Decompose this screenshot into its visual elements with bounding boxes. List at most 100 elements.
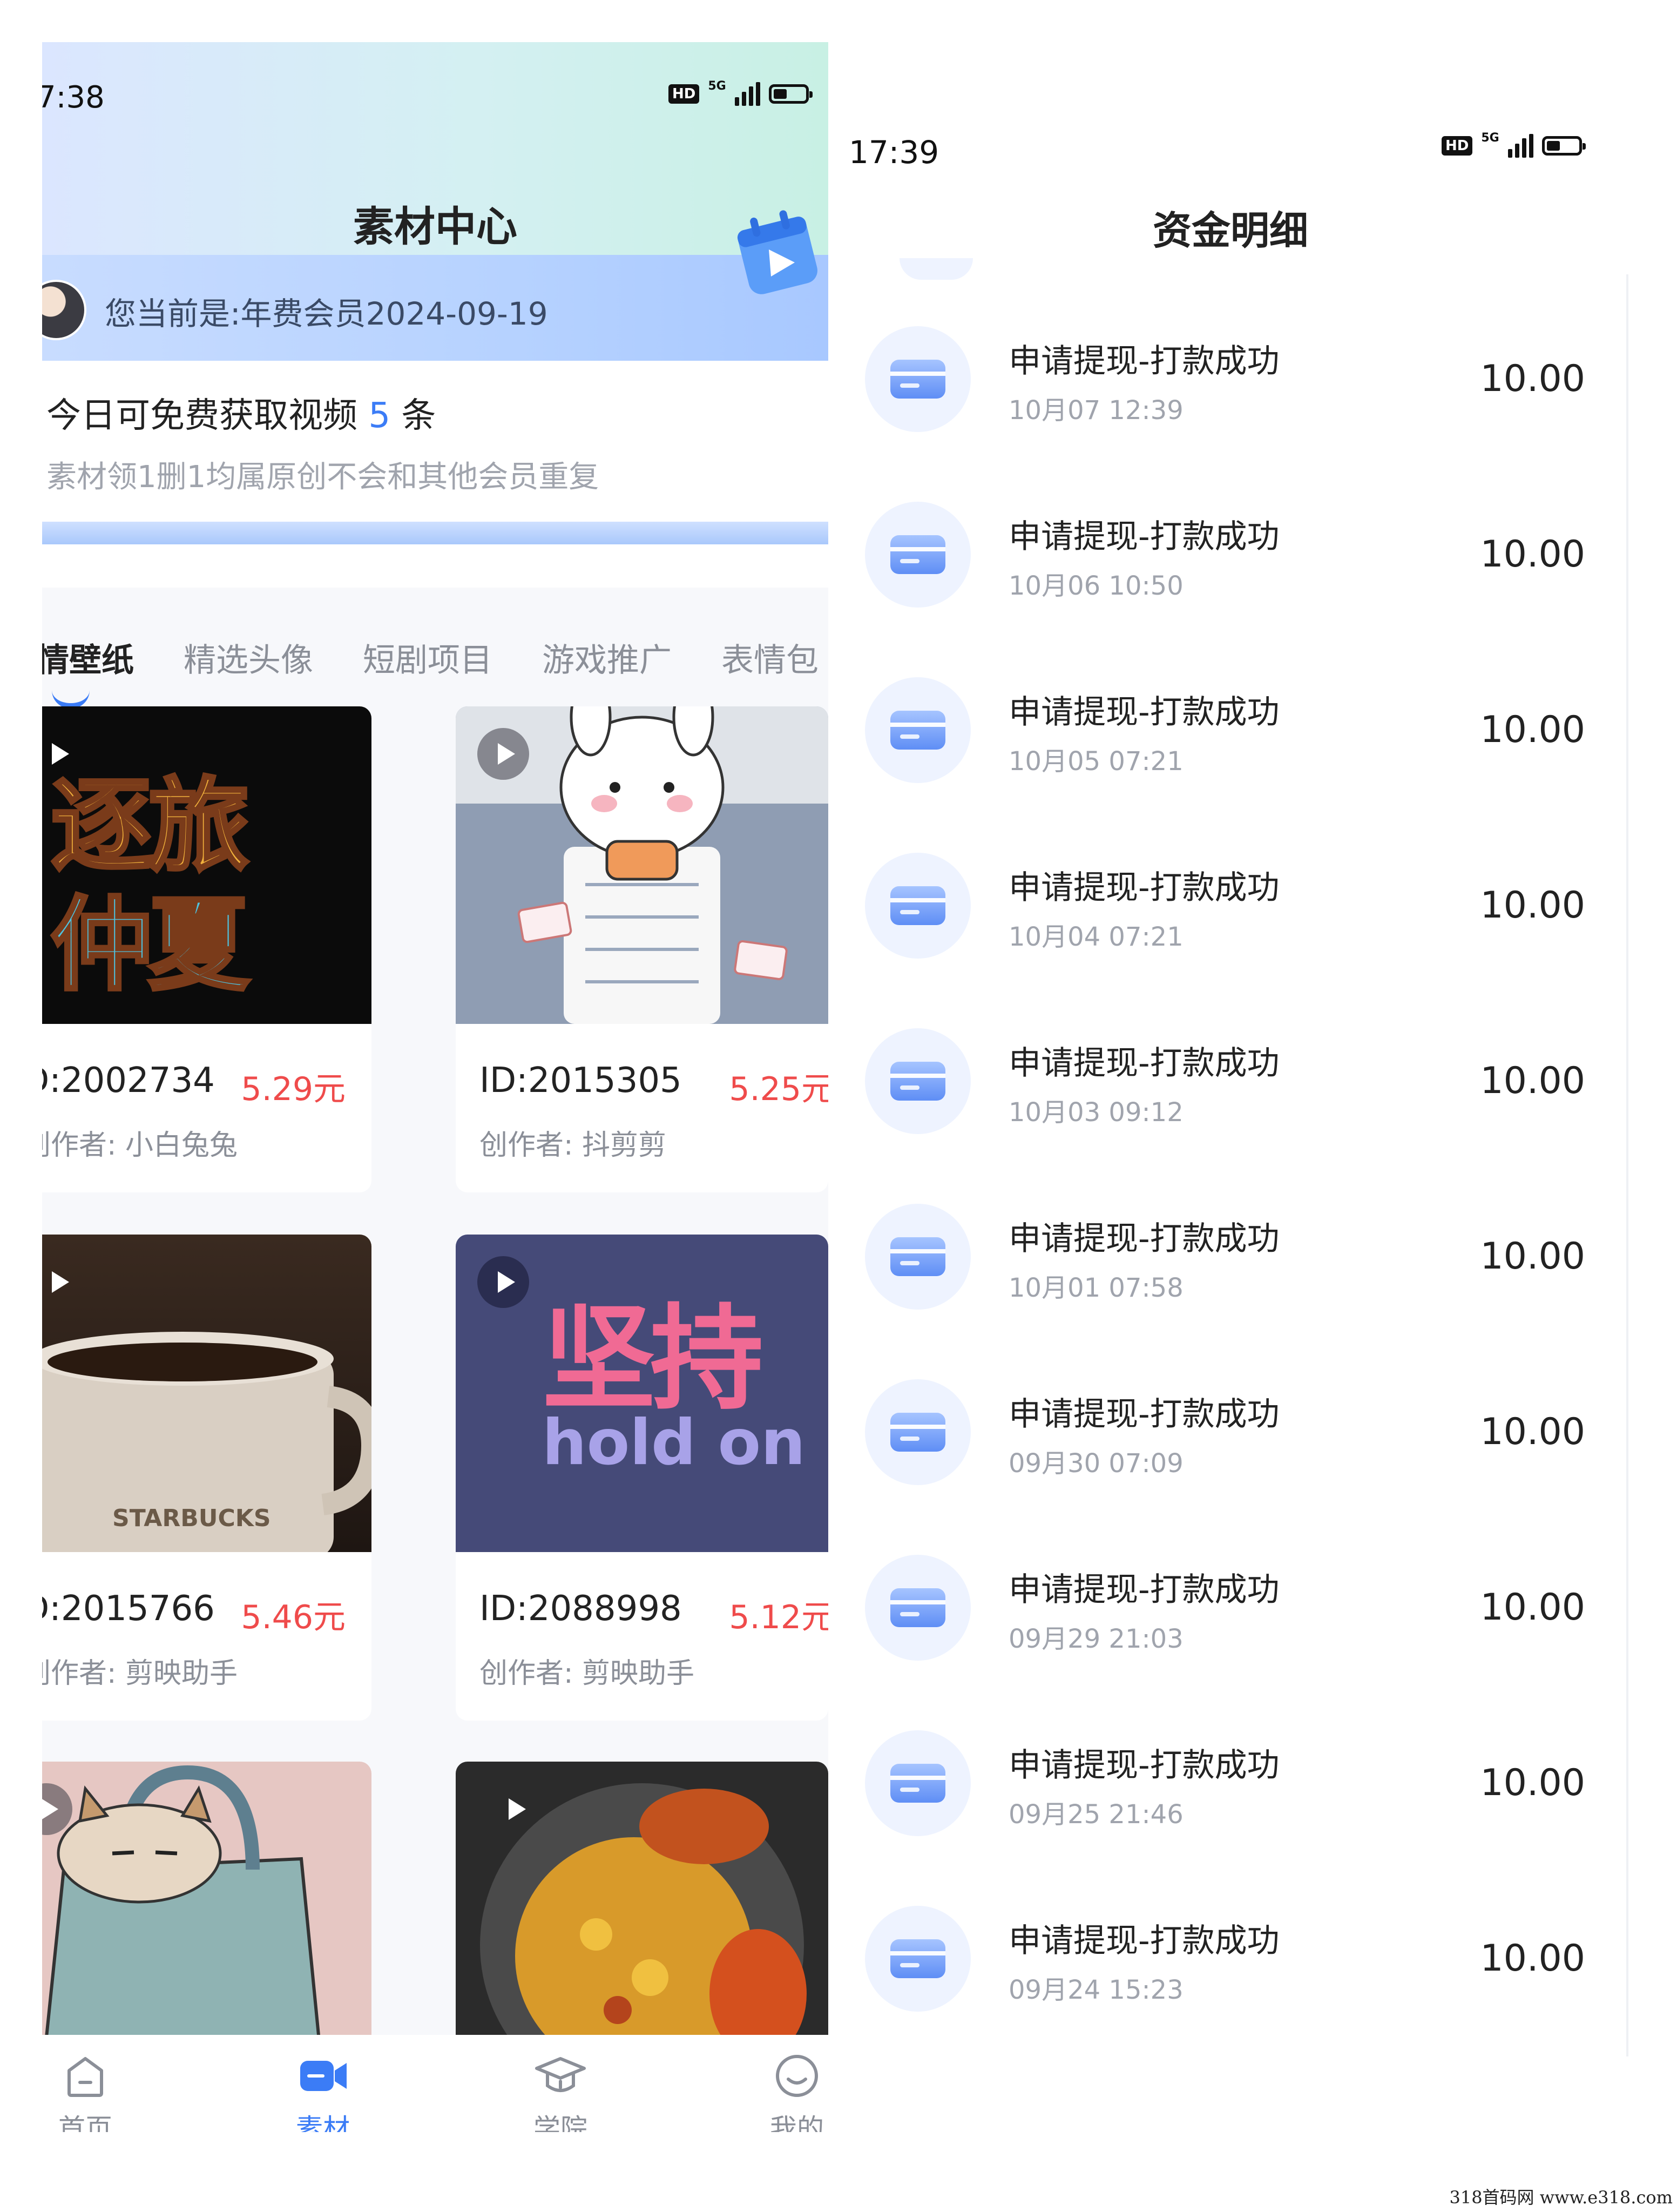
transaction-time: 09月29 21:03 bbox=[1009, 1624, 1184, 1654]
transaction-time: 09月25 21:46 bbox=[1009, 1799, 1184, 1830]
material-author: 创作者: 剪映助手 bbox=[479, 1657, 695, 1690]
tab-short-drama[interactable]: 短剧项目 bbox=[363, 634, 492, 681]
tab-academy-label: 学院 bbox=[533, 2113, 587, 2132]
transaction-row[interactable]: 申请提现-打款成功 09月25 21:46 10.00 bbox=[828, 1680, 1633, 1855]
transaction-title: 申请提现-打款成功 bbox=[1009, 1395, 1280, 1433]
transaction-row[interactable]: 申请提现-打款成功 10月06 10:50 10.00 bbox=[828, 451, 1633, 626]
quota-progress-fill bbox=[42, 522, 828, 544]
transaction-title: 申请提现-打款成功 bbox=[1009, 1044, 1280, 1082]
material-price: 5.46元 bbox=[241, 1599, 346, 1636]
transaction-row[interactable]: 申请提现-打款成功 10月03 09:12 10.00 bbox=[828, 977, 1633, 1153]
material-card[interactable]: ID:2015305 5.25元 创作者: 抖剪剪 bbox=[456, 706, 828, 1192]
transaction-amount: 10.00 bbox=[1480, 884, 1585, 927]
transaction-row[interactable]: 申请提现-打款成功 10月07 12:39 10.00 bbox=[828, 275, 1633, 451]
bank-card-icon-bg bbox=[865, 326, 971, 432]
transaction-title: 申请提现-打款成功 bbox=[1009, 869, 1280, 907]
bank-card-icon-bg bbox=[865, 1555, 971, 1661]
video-camera-icon bbox=[300, 2061, 347, 2091]
transaction-row[interactable]: 申请提现-打款成功 10月01 07:58 10.00 bbox=[828, 1153, 1633, 1328]
category-tabs: 情壁纸 精选头像 短剧项目 游戏推广 表情包 bbox=[42, 634, 819, 681]
battery-icon bbox=[768, 84, 813, 104]
bank-card-icon bbox=[890, 360, 945, 399]
bank-card-icon-bg bbox=[865, 853, 971, 959]
transaction-row[interactable]: 申请提现-打款成功 10月05 07:21 10.00 bbox=[828, 626, 1633, 802]
transaction-time: 09月24 15:23 bbox=[1009, 1975, 1184, 2005]
network-type: 5G bbox=[708, 79, 726, 93]
bank-card-icon-bg bbox=[865, 677, 971, 783]
watermark: 318首码网 www.e318.com bbox=[1449, 2187, 1673, 2208]
transaction-amount: 10.00 bbox=[1480, 1411, 1585, 1453]
cat-bag-illustration bbox=[42, 1765, 325, 2079]
bank-card-icon bbox=[890, 1237, 945, 1276]
material-card[interactable]: 逐旅 仲夏 D:2002734 5.29元 创作者: 小白兔兔 bbox=[42, 706, 371, 1192]
transaction-list: 申请提现-打款成功 10月07 12:39 10.00 申请提现-打款成功 10… bbox=[828, 275, 1633, 2132]
transaction-row[interactable]: 申请提现-打款成功 10月04 07:21 10.00 bbox=[828, 802, 1633, 977]
list-divider bbox=[1626, 274, 1628, 2056]
bank-card-icon-bg bbox=[865, 1028, 971, 1134]
tab-academy[interactable]: 学院 bbox=[506, 2052, 614, 2132]
tab-material-label: 素材 bbox=[296, 2113, 350, 2132]
bottom-tab-bar bbox=[42, 2035, 828, 2132]
tab-home[interactable]: 首页 bbox=[42, 2052, 139, 2132]
material-id: ID:2088998 bbox=[479, 1589, 682, 1629]
tab-mine-label: 我的 bbox=[770, 2113, 824, 2132]
transaction-row[interactable]: 申请提现-打款成功 09月29 21:03 10.00 bbox=[828, 1504, 1633, 1680]
play-icon[interactable] bbox=[477, 728, 529, 780]
status-icons: HD 5G bbox=[668, 79, 813, 106]
material-id: D:2015766 bbox=[42, 1589, 215, 1629]
tab-avatar[interactable]: 精选头像 bbox=[184, 634, 313, 681]
status-time: 7:38 bbox=[42, 80, 105, 115]
play-icon[interactable] bbox=[488, 1783, 526, 1821]
tab-game-promo[interactable]: 游戏推广 bbox=[542, 634, 672, 681]
bank-card-icon-bg bbox=[865, 1906, 971, 2012]
status-time: 17:39 bbox=[849, 134, 939, 171]
smile-face-icon bbox=[776, 2055, 818, 2097]
tab-material[interactable]: 素材 bbox=[269, 2052, 377, 2132]
page-title: 素材中心 bbox=[353, 203, 517, 251]
material-card[interactable]: STARBUCKS D:2015766 5.46元 创作者: 剪映助手 bbox=[42, 1235, 371, 1721]
network-type: 5G bbox=[1481, 131, 1499, 145]
bank-card-icon bbox=[890, 1588, 945, 1627]
bank-card-icon bbox=[890, 1413, 945, 1452]
bank-card-icon bbox=[890, 1062, 945, 1101]
transaction-amount: 10.00 bbox=[1480, 358, 1585, 400]
calendar-play-icon bbox=[737, 210, 817, 294]
signal-icon bbox=[734, 82, 760, 106]
transaction-title: 申请提现-打款成功 bbox=[1009, 1571, 1280, 1609]
play-icon[interactable] bbox=[477, 1256, 529, 1308]
tab-emoji[interactable]: 表情包 bbox=[721, 634, 819, 681]
free-quota-note: 素材领1删1均属原创不会和其他会员重复 bbox=[46, 460, 599, 495]
bank-card-icon-bg bbox=[865, 502, 971, 608]
free-quota-text: 今日可免费获取视频 5 条 bbox=[46, 388, 436, 437]
bank-card-icon bbox=[890, 711, 945, 750]
membership-status: 您当前是:年费会员2024-09-19 bbox=[105, 295, 548, 332]
transaction-row[interactable]: 申请提现-打款成功 09月30 07:09 10.00 bbox=[828, 1328, 1633, 1504]
material-id: D:2002734 bbox=[42, 1061, 215, 1101]
tab-wallpaper[interactable]: 情壁纸 bbox=[42, 634, 134, 681]
thumbnail-title-2: hold on bbox=[542, 1406, 806, 1479]
video-thumbnail: 逐旅 仲夏 bbox=[42, 706, 371, 1024]
transaction-time: 10月03 09:12 bbox=[1009, 1097, 1184, 1128]
transaction-row[interactable]: 申请提现-打款成功 09月24 15:23 10.00 bbox=[828, 1855, 1633, 2031]
free-quota-suffix: 条 bbox=[401, 396, 436, 436]
coffee-mug-illustration: STARBUCKS bbox=[42, 1332, 371, 1552]
transaction-amount: 10.00 bbox=[1480, 1235, 1585, 1278]
bank-card-icon-bg bbox=[865, 1204, 971, 1310]
transaction-amount: 10.00 bbox=[1480, 709, 1585, 751]
transaction-time: 09月30 07:09 bbox=[1009, 1448, 1184, 1479]
transaction-title: 申请提现-打款成功 bbox=[1009, 1746, 1280, 1784]
bank-card-icon bbox=[890, 535, 945, 574]
tab-mine[interactable]: 我的 bbox=[743, 2052, 828, 2132]
hd-icon: HD bbox=[1442, 136, 1473, 156]
material-price: 5.25元 bbox=[729, 1070, 828, 1108]
transaction-title: 申请提现-打款成功 bbox=[1009, 518, 1280, 556]
free-quota-count: 5 bbox=[368, 396, 391, 436]
material-author: 创作者: 剪映助手 bbox=[42, 1657, 238, 1690]
material-price: 5.29元 bbox=[241, 1070, 346, 1108]
transaction-title: 申请提现-打款成功 bbox=[1009, 693, 1280, 731]
status-icons: HD 5G bbox=[1442, 131, 1586, 158]
video-thumbnail: STARBUCKS bbox=[42, 1235, 371, 1552]
page-title: 资金明细 bbox=[1152, 208, 1308, 253]
material-author: 创作者: 抖剪剪 bbox=[479, 1129, 667, 1162]
material-card[interactable]: 坚持 hold on ID:2088998 5.12元 创作者: 剪映助手 bbox=[456, 1235, 828, 1721]
